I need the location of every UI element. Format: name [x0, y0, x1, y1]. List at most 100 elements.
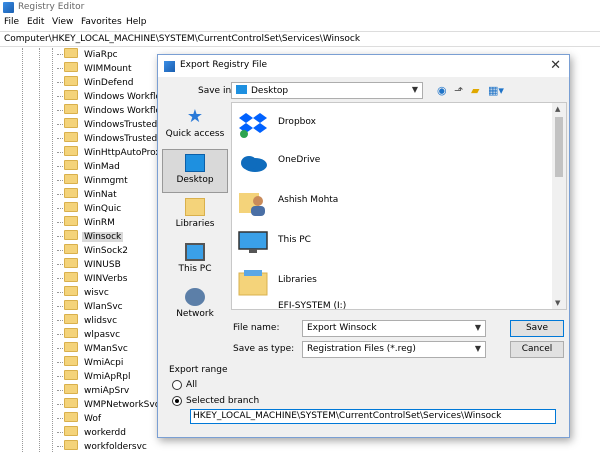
tree-item[interactable]: wmiApSrv [57, 384, 131, 398]
tree-item[interactable]: Wof [57, 412, 103, 426]
menu-bar: File Edit View Favorites Help [0, 16, 600, 31]
tree-item[interactable]: WmiAcpi [57, 356, 125, 370]
menu-edit[interactable]: Edit [27, 17, 44, 27]
tree-item[interactable]: wlidsvc [57, 314, 119, 328]
tree-item[interactable]: WinQuic [57, 202, 123, 216]
tree-item[interactable]: Winsock [57, 230, 124, 244]
folder-icon [64, 188, 78, 198]
save-in-label: Save in: [198, 86, 235, 96]
place-libraries[interactable]: Libraries [162, 194, 228, 238]
tree-item[interactable]: WiaRpc [57, 48, 120, 62]
chevron-down-icon: ▼ [474, 344, 481, 353]
tree-item[interactable]: WinDefend [57, 76, 136, 90]
radio-selected-branch-label: Selected branch [186, 396, 260, 406]
new-folder-icon[interactable]: ▰ [471, 84, 479, 97]
folder-icon [64, 48, 78, 58]
branch-path-input[interactable]: HKEY_LOCAL_MACHINE\SYSTEM\CurrentControl… [190, 409, 556, 424]
save-button[interactable]: Save [510, 320, 564, 337]
up-folder-icon[interactable]: ⬏ [454, 84, 463, 97]
menu-view[interactable]: View [52, 17, 73, 27]
tree-item-label: WinQuic [84, 204, 122, 214]
list-item[interactable]: Ashish Mohta [236, 183, 536, 221]
tree-item[interactable]: WinMad [57, 160, 122, 174]
tree-item[interactable]: WinHttpAutoProx [57, 146, 160, 160]
tree-item[interactable]: WinSock2 [57, 244, 130, 258]
tree-item[interactable]: wlpasvc [57, 328, 122, 342]
tree-item[interactable]: Windows Workflo [57, 104, 160, 118]
tree-connector [57, 320, 63, 321]
save-as-type-value: Registration Files (*.reg) [307, 344, 416, 354]
tree-item-label: WinMad [84, 162, 120, 172]
place-quick-access[interactable]: ★ Quick access [162, 104, 228, 148]
tree-item[interactable]: WindowsTrustedR [57, 118, 160, 132]
tree-connector [57, 306, 63, 307]
registry-file-icon [164, 61, 175, 72]
view-menu-icon[interactable]: ▦▾ [488, 84, 504, 97]
file-list-scrollbar[interactable]: ▲ ▼ [552, 103, 566, 309]
folder-icon [64, 244, 78, 254]
folder-icon [64, 286, 78, 296]
radio-all[interactable] [172, 380, 182, 390]
folder-icon [64, 146, 78, 156]
tree-item[interactable]: WlanSvc [57, 300, 125, 314]
list-item[interactable]: EFI-SYSTEM (I:) [236, 293, 536, 309]
address-bar[interactable]: Computer\HKEY_LOCAL_MACHINE\SYSTEM\Curre… [0, 31, 600, 47]
onedrive-icon [241, 156, 267, 172]
tree-item[interactable]: WmiApRpl [57, 370, 133, 384]
file-list: Dropbox OneDrive Ashish Mohta This PC Li… [231, 102, 567, 310]
save-as-type-dropdown[interactable]: Registration Files (*.reg) ▼ [302, 341, 486, 358]
radio-selected-branch[interactable] [172, 396, 182, 406]
tree-item[interactable]: wisvc [57, 286, 111, 300]
scroll-up-icon[interactable]: ▲ [555, 105, 560, 113]
list-item[interactable]: This PC [236, 223, 536, 261]
tree-item[interactable]: WINVerbs [57, 272, 129, 286]
menu-file[interactable]: File [4, 17, 19, 27]
tree-item[interactable]: workfoldersvc [57, 440, 149, 452]
back-icon[interactable]: ◉ [437, 84, 447, 97]
tree-connector [57, 138, 63, 139]
tree-item-label: WinNat [84, 190, 117, 200]
place-network[interactable]: Network [162, 284, 228, 328]
window-title: Registry Editor [18, 2, 85, 12]
tree-item-label: workerdd [84, 428, 126, 438]
tree-item[interactable]: WindowsTrustedR [57, 132, 160, 146]
cancel-button[interactable]: Cancel [510, 341, 564, 358]
tree-item[interactable]: WinNat [57, 188, 119, 202]
tree-item-label: Windows Workflo [84, 92, 160, 102]
folder-icon [64, 440, 78, 450]
place-this-pc[interactable]: This PC [162, 239, 228, 283]
folder-icon [64, 300, 78, 310]
menu-help[interactable]: Help [126, 17, 147, 27]
scrollbar-thumb[interactable] [555, 117, 563, 177]
tree-item[interactable]: WMPNetworkSvc [57, 398, 160, 412]
folder-icon [64, 384, 78, 394]
tree-item[interactable]: WINUSB [57, 258, 123, 272]
tree-connector [57, 54, 63, 55]
tree-item[interactable]: WIMMount [57, 62, 134, 76]
close-icon[interactable]: ✕ [550, 58, 561, 73]
tree-item-label: WlanSvc [84, 302, 123, 312]
folder-icon [64, 174, 78, 184]
place-label: Desktop [176, 175, 214, 185]
save-in-dropdown[interactable]: Desktop ▼ [231, 82, 423, 99]
scroll-down-icon[interactable]: ▼ [555, 299, 560, 307]
file-name-field[interactable]: Export Winsock ▼ [302, 320, 486, 337]
tree-item-label: WManSvc [84, 344, 128, 354]
file-name-label: File name: [233, 323, 280, 333]
tree-item-label: WinRM [84, 218, 115, 228]
folder-icon [64, 160, 78, 170]
tree-item-label: WmiAcpi [84, 358, 124, 368]
computer-icon [238, 231, 268, 253]
tree-item[interactable]: WinRM [57, 216, 117, 230]
list-item[interactable]: Dropbox [236, 105, 536, 143]
tree-item-label: WmiApRpl [84, 372, 131, 382]
tree-item[interactable]: Winmgmt [57, 174, 130, 188]
tree-item[interactable]: Windows Workflo [57, 90, 160, 104]
place-desktop[interactable]: Desktop [162, 149, 228, 193]
list-item[interactable]: OneDrive [236, 143, 536, 181]
tree-item[interactable]: WManSvc [57, 342, 130, 356]
folder-icon [64, 328, 78, 338]
tree-item[interactable]: workerdd [57, 426, 128, 440]
menu-favorites[interactable]: Favorites [81, 17, 122, 27]
folder-icon [64, 356, 78, 366]
